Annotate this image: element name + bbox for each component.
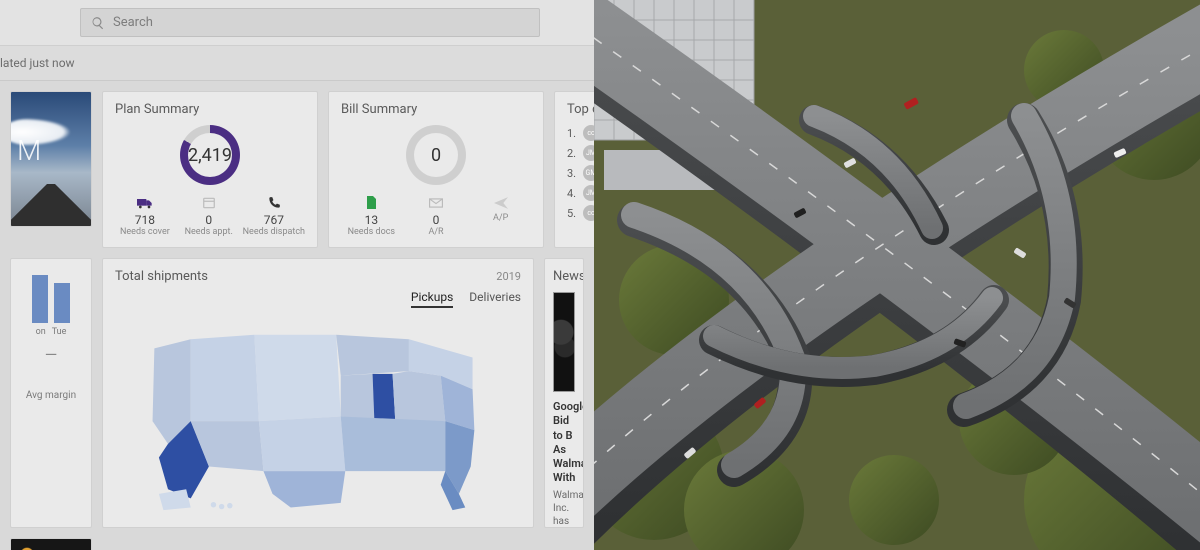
truck-icon xyxy=(137,197,153,209)
updated-status: lated just now xyxy=(0,46,594,81)
days-card[interactable]: 0 days xyxy=(10,538,92,550)
bar xyxy=(32,275,48,323)
plan-stat-2-label: Needs dispatch xyxy=(243,227,305,237)
top-customer-row[interactable]: 4.JM0004944 N xyxy=(567,185,594,201)
newsroom-card[interactable]: Newsroom Google's Bid to B As Walmart Wi… xyxy=(544,258,584,528)
aerial-highway-image xyxy=(594,0,1200,550)
calendar-icon xyxy=(202,196,216,210)
top-customer-row[interactable]: 3.GM0015899 I xyxy=(567,165,594,181)
bill-stat-2-label: A/P xyxy=(470,213,531,223)
days-image xyxy=(11,539,91,550)
plan-stat-1-value: 0 xyxy=(179,213,239,227)
hero-card[interactable]: M xyxy=(10,91,92,227)
top-customer-row[interactable]: 2.JM0026714 N xyxy=(567,145,594,161)
plan-stat-1-label: Needs appt. xyxy=(179,227,239,237)
bill-summary-card[interactable]: Bill Summary 0 13 Needs docs 0 A xyxy=(328,91,544,248)
plan-donut-value: 2,419 xyxy=(188,145,232,166)
customer-badge-icon: cc xyxy=(583,205,594,221)
plan-stat-0-label: Needs cover xyxy=(115,227,175,237)
side-bars-card[interactable]: on Tue — Avg margin xyxy=(10,258,92,528)
plan-stat-needs-cover[interactable]: 718 Needs cover xyxy=(115,195,175,237)
updated-status-text: lated just now xyxy=(0,56,75,70)
search-input[interactable]: Search xyxy=(80,8,540,37)
top-customer-row[interactable]: 5.cc0007539 S xyxy=(567,205,594,221)
bill-donut: 0 xyxy=(406,125,466,185)
total-shipments-year: 2019 xyxy=(496,270,521,283)
customer-badge-icon: JM xyxy=(583,185,594,201)
customer-badge-icon: JM xyxy=(583,145,594,161)
customer-badge-icon: cc xyxy=(583,125,594,141)
mail-icon xyxy=(429,198,443,208)
bill-summary-title: Bill Summary xyxy=(341,102,531,117)
plan-stat-2-value: 767 xyxy=(243,213,305,227)
phone-icon xyxy=(267,196,281,210)
customer-badge-icon: GM xyxy=(583,165,594,181)
bar-label: Tue xyxy=(52,327,67,337)
bill-stat-0-label: Needs docs xyxy=(341,227,402,237)
us-map[interactable] xyxy=(115,312,521,512)
top-customers-card[interactable]: Top customers 1.cc0005000.0 2.JM0026714 … xyxy=(554,91,594,248)
avg-margin-label: Avg margin xyxy=(15,390,87,401)
search-placeholder: Search xyxy=(113,15,153,30)
bill-stat-0-value: 13 xyxy=(341,213,402,227)
search-icon xyxy=(91,16,105,30)
news-item-1-body: Walmart Inc. has qu Google's marquee e i… xyxy=(553,489,575,528)
top-customer-row[interactable]: 1.cc0005000.0 xyxy=(567,125,594,141)
plan-summary-title: Plan Summary xyxy=(115,102,305,117)
bill-donut-value: 0 xyxy=(431,145,441,166)
tab-pickups[interactable]: Pickups xyxy=(411,290,453,308)
plan-stat-needs-appt[interactable]: 0 Needs appt. xyxy=(179,195,239,237)
send-icon xyxy=(494,197,508,209)
plan-stat-0-value: 718 xyxy=(115,213,175,227)
newsroom-title: Newsroom xyxy=(553,269,575,284)
bill-stat-1-value: 0 xyxy=(406,213,467,227)
side-dash: — xyxy=(15,345,87,364)
news-item-1-heading[interactable]: Google's Bid to B As Walmart With xyxy=(553,400,575,486)
doc-icon xyxy=(365,196,377,210)
total-shipments-title: Total shipments xyxy=(115,269,208,284)
bill-stat-ap[interactable]: A/P xyxy=(470,195,531,237)
side-bars-chart xyxy=(15,267,87,323)
plan-donut: 2,419 xyxy=(180,125,240,185)
search-bar-area: Search xyxy=(0,0,594,46)
hero-letters: M xyxy=(17,134,43,167)
top-customers-title: Top customers xyxy=(567,102,594,117)
newsroom-image xyxy=(553,292,575,392)
bill-stat-ar[interactable]: 0 A/R xyxy=(406,195,467,237)
plan-stat-needs-dispatch[interactable]: 767 Needs dispatch xyxy=(243,195,305,237)
tab-deliveries[interactable]: Deliveries xyxy=(469,290,521,308)
bar-label: on xyxy=(36,327,46,337)
bill-stat-needs-docs[interactable]: 13 Needs docs xyxy=(341,195,402,237)
bar xyxy=(54,283,70,323)
total-shipments-card[interactable]: Total shipments 2019 Pickups Deliveries xyxy=(102,258,534,528)
bill-stat-1-label: A/R xyxy=(406,227,467,237)
plan-summary-card[interactable]: Plan Summary 2,419 718 Needs cover 0 xyxy=(102,91,318,248)
